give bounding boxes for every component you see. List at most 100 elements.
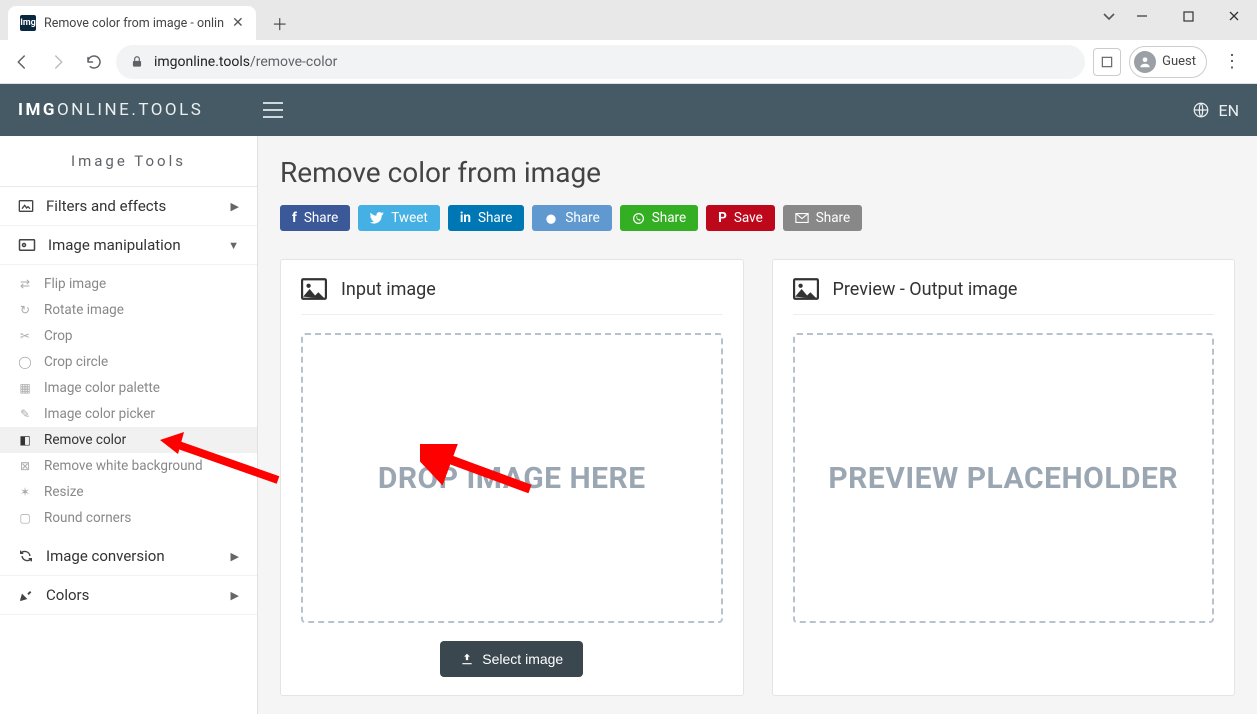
browser-tab[interactable]: Img Remove color from image - onlin ✕ (8, 6, 256, 40)
new-tab-button[interactable]: ＋ (266, 9, 294, 37)
url-text: imgonline.tools/remove-color (154, 54, 337, 70)
share-pinterest-button[interactable]: P Save (706, 205, 775, 231)
profile-label: Guest (1162, 54, 1196, 69)
main-content: Remove color from image f Share Tweet in S… (258, 136, 1257, 714)
sidebar-category-conversion[interactable]: Image conversion ▶ (0, 537, 257, 576)
chevron-down-icon: ▼ (228, 239, 239, 252)
pinterest-icon: P (718, 210, 727, 226)
sidebar-category-manipulation[interactable]: Image manipulation ▼ (0, 226, 257, 265)
sidebar-item-removewhite[interactable]: ⊠Remove white background (0, 453, 257, 479)
sidebar-item-crop[interactable]: ✂ Crop (0, 323, 257, 349)
lock-icon (130, 55, 144, 69)
sidebar-category-filters[interactable]: Filters and effects ▶ (0, 187, 257, 226)
forward-button[interactable] (44, 48, 72, 76)
maximize-button[interactable] (1165, 0, 1211, 32)
preview-text: PREVIEW PLACEHOLDER (828, 461, 1178, 496)
sidebar-item-rotate[interactable]: ↻ Rotate image (0, 297, 257, 323)
favicon-icon: Img (20, 15, 36, 31)
image-icon (793, 278, 819, 300)
sidebar-item-picker[interactable]: ✎Image color picker (0, 401, 257, 427)
share-buttons: f Share Tweet in Share Share Share P Save S… (280, 205, 1235, 231)
minimize-button[interactable] (1119, 0, 1165, 32)
share-reddit-button[interactable]: Share (532, 205, 611, 231)
share-label: Share (565, 210, 599, 226)
sidebar-item-round[interactable]: ▢Round corners (0, 505, 257, 531)
sidebar-item-resize[interactable]: ✶Resize (0, 479, 257, 505)
email-icon (795, 213, 809, 223)
removecolor-icon: ◧ (18, 433, 32, 447)
share-whatsapp-button[interactable]: Share (620, 205, 698, 231)
sidebar-category-label: Colors (46, 586, 89, 604)
sidebar-item-removecolor[interactable]: ◧Remove color (0, 427, 257, 453)
share-label: Share (478, 210, 512, 226)
app-body: Image Tools Filters and effects ▶ Image … (0, 136, 1257, 714)
panel-title: Input image (341, 279, 436, 300)
sidebar-category-label: Image conversion (46, 547, 165, 565)
colors-icon (18, 587, 34, 603)
page-title: Remove color from image (280, 156, 1235, 189)
share-label: Tweet (391, 210, 428, 226)
rotate-icon: ↻ (18, 303, 32, 317)
manipulation-icon (18, 238, 36, 252)
share-email-button[interactable]: Share (783, 205, 862, 231)
sidebar-category-colors[interactable]: Colors ▶ (0, 576, 257, 615)
chevron-right-icon: ▶ (231, 200, 239, 213)
back-button[interactable] (8, 48, 36, 76)
sidebar-item-flip[interactable]: ⇄ Flip image (0, 271, 257, 297)
sidebar-item-label: Rotate image (44, 302, 124, 318)
sidebar-item-label: Flip image (44, 276, 106, 292)
chevron-right-icon: ▶ (231, 550, 239, 563)
palette-icon: ▦ (18, 381, 32, 395)
sidebar-item-label: Image color picker (44, 406, 155, 422)
sidebar-subitems: ⇄ Flip image ↻ Rotate image ✂ Crop ◯Crop ci… (0, 265, 257, 537)
share-label: Share (652, 210, 686, 226)
whatsapp-icon (632, 212, 645, 225)
sidebar-title: Image Tools (0, 136, 257, 187)
sidebar-item-cropcircle[interactable]: ◯Crop circle (0, 349, 257, 375)
share-twitter-button[interactable]: Tweet (358, 205, 440, 231)
facebook-icon: f (292, 210, 297, 226)
panels-row: Input image DROP IMAGE HERE Select image… (280, 259, 1235, 696)
app-header: IMGONLINE.TOOLS EN (0, 84, 1257, 136)
share-linkedin-button[interactable]: in Share (448, 205, 525, 231)
profile-button[interactable]: Guest (1129, 46, 1207, 78)
globe-icon (1192, 101, 1210, 119)
close-window-button[interactable] (1211, 0, 1257, 32)
filters-icon (18, 199, 34, 213)
brand-logo[interactable]: IMGONLINE.TOOLS (18, 100, 203, 120)
preview-panel-header: Preview - Output image (793, 278, 1215, 315)
reload-button[interactable] (80, 48, 108, 76)
share-facebook-button[interactable]: f Share (280, 205, 350, 231)
browser-menu-button[interactable]: ⋮ (1215, 51, 1249, 72)
menu-toggle-button[interactable] (263, 102, 283, 118)
tab-overflow-chevron[interactable] (1101, 8, 1117, 24)
drop-image-zone[interactable]: DROP IMAGE HERE (301, 333, 723, 623)
input-panel: Input image DROP IMAGE HERE Select image (280, 259, 744, 696)
address-bar[interactable]: imgonline.tools/remove-color (116, 45, 1085, 79)
sidebar-category-label: Filters and effects (46, 197, 166, 215)
share-label: Share (304, 210, 338, 226)
select-image-button[interactable]: Select image (440, 641, 583, 677)
input-panel-header: Input image (301, 278, 723, 315)
sidebar-item-label: Crop (44, 328, 73, 344)
browser-chrome: Img Remove color from image - onlin ✕ ＋ … (0, 0, 1257, 84)
flip-icon: ⇄ (18, 277, 32, 291)
preview-panel: Preview - Output image PREVIEW PLACEHOLD… (772, 259, 1236, 696)
share-label: Save (734, 210, 763, 226)
linkedin-icon: in (460, 210, 471, 226)
sidebar-item-label: Resize (44, 484, 83, 500)
browser-toolbar: imgonline.tools/remove-color Guest ⋮ (0, 40, 1257, 84)
sidebar-item-label: Image color palette (44, 380, 160, 396)
sidebar-category-label: Image manipulation (48, 236, 181, 254)
share-label: Share (816, 210, 850, 226)
sidebar-item-palette[interactable]: ▦ Image color palette (0, 375, 257, 401)
language-selector[interactable]: EN (1192, 101, 1239, 120)
crop-icon: ✂ (18, 329, 32, 343)
sidebar-item-label: Crop circle (44, 354, 108, 370)
extensions-button[interactable] (1093, 48, 1121, 76)
reddit-icon (544, 212, 558, 224)
panel-title: Preview - Output image (833, 279, 1018, 300)
close-tab-icon[interactable]: ✕ (232, 15, 244, 31)
sidebar: Image Tools Filters and effects ▶ Image … (0, 136, 258, 714)
dropzone-text: DROP IMAGE HERE (378, 461, 646, 496)
